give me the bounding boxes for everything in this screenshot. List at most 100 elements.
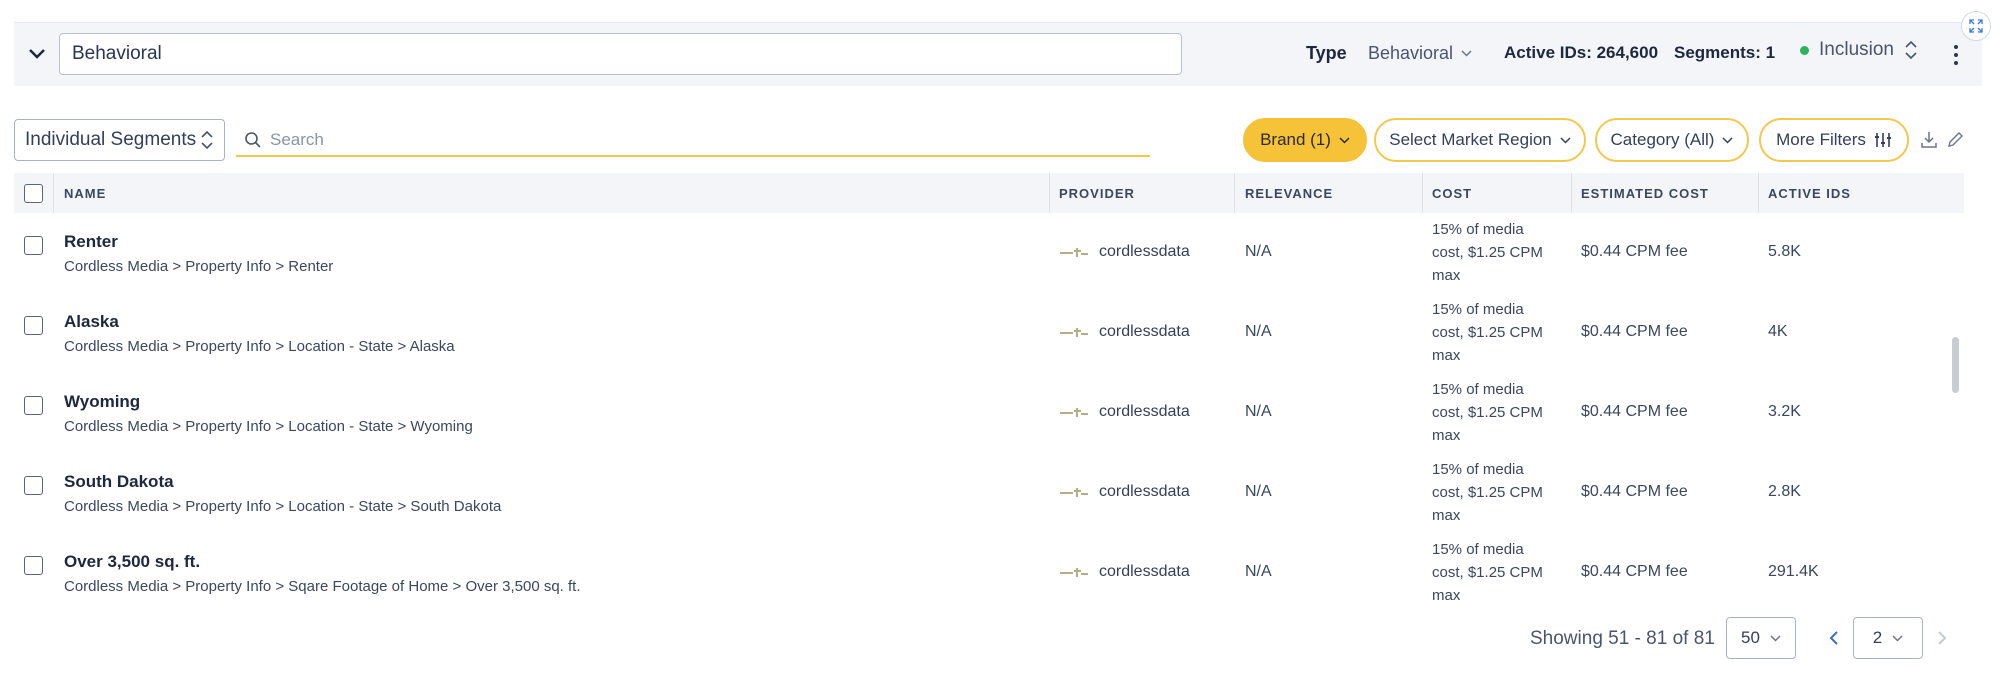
segment-name: South Dakota bbox=[64, 472, 174, 491]
cost-line: 15% of media bbox=[1432, 381, 1524, 398]
chevron-down-icon bbox=[1722, 136, 1733, 144]
market-region-label: Select Market Region bbox=[1389, 130, 1552, 149]
cost-line: 15% of media bbox=[1432, 541, 1524, 558]
active-ids-value: 2.8K bbox=[1768, 483, 1801, 500]
status-dot-icon bbox=[1800, 45, 1809, 55]
up-down-chevron-icon bbox=[1905, 40, 1917, 60]
previous-page-button[interactable] bbox=[1822, 626, 1846, 650]
table-row[interactable]: Wyoming Cordless Media > Property Info >… bbox=[14, 372, 1964, 452]
row-checkbox[interactable] bbox=[24, 556, 43, 575]
relevance-value: N/A bbox=[1245, 403, 1272, 420]
segment-builder-page: Type Behavioral Active IDs: 264,600 Segm… bbox=[0, 0, 2000, 687]
relevance-value: N/A bbox=[1245, 483, 1272, 500]
relevance-value: N/A bbox=[1245, 243, 1272, 260]
cordlessdata-logo-icon bbox=[1060, 488, 1088, 497]
brand-filter-button[interactable]: Brand (1) bbox=[1243, 118, 1367, 162]
inclusion-select[interactable]: Inclusion bbox=[1800, 39, 1918, 61]
row-checkbox[interactable] bbox=[24, 236, 43, 255]
segment-path: Cordless Media > Property Info > Sqare F… bbox=[64, 578, 581, 595]
provider-name: cordlessdata bbox=[1099, 403, 1190, 420]
active-ids-value: 5.8K bbox=[1768, 243, 1801, 260]
column-header-cost[interactable]: COST bbox=[1432, 173, 1472, 213]
segment-name: Renter bbox=[64, 232, 118, 251]
segment-path: Cordless Media > Property Info > Renter bbox=[64, 258, 334, 275]
column-header-name[interactable]: NAME bbox=[64, 173, 106, 213]
cost-line: cost, $1.25 CPM bbox=[1432, 244, 1543, 261]
segment-path: Cordless Media > Property Info > Locatio… bbox=[64, 418, 473, 435]
table-row[interactable]: Over 3,500 sq. ft. Cordless Media > Prop… bbox=[14, 532, 1964, 612]
category-filter-button[interactable]: Category (All) bbox=[1595, 118, 1749, 162]
row-checkbox[interactable] bbox=[24, 396, 43, 415]
estimated-cost-value: $0.44 CPM fee bbox=[1581, 403, 1688, 420]
edit-pencil-icon[interactable] bbox=[1943, 128, 1967, 152]
segment-name: Alaska bbox=[64, 312, 119, 331]
column-header-estimated-cost[interactable]: ESTIMATED COST bbox=[1581, 173, 1709, 213]
estimated-cost-value: $0.44 CPM fee bbox=[1581, 483, 1688, 500]
page-number-select[interactable]: 2 bbox=[1853, 617, 1923, 659]
cost-line: max bbox=[1432, 267, 1461, 284]
more-filters-label: More Filters bbox=[1776, 130, 1866, 149]
sliders-icon bbox=[1874, 133, 1891, 147]
row-checkbox[interactable] bbox=[24, 476, 43, 495]
more-filters-button[interactable]: More Filters bbox=[1759, 118, 1909, 162]
segment-name-input[interactable] bbox=[59, 33, 1182, 75]
cost-value: 15% of media cost, $1.25 CPM max bbox=[1432, 458, 1552, 527]
chevron-down-icon bbox=[1461, 50, 1472, 57]
provider-cell: cordlessdata bbox=[1059, 563, 1190, 581]
up-down-chevron-icon bbox=[201, 130, 213, 150]
table-header: NAME PROVIDER RELEVANCE COST ESTIMATED C… bbox=[14, 173, 1964, 213]
more-options-icon[interactable] bbox=[1946, 41, 1966, 69]
next-page-button[interactable] bbox=[1930, 626, 1954, 650]
cost-value: 15% of media cost, $1.25 CPM max bbox=[1432, 378, 1552, 447]
segment-name: Wyoming bbox=[64, 392, 141, 411]
segments-count: Segments: 1 bbox=[1674, 43, 1776, 62]
estimated-cost-value: $0.44 CPM fee bbox=[1581, 563, 1688, 580]
search-box bbox=[236, 124, 1150, 157]
type-label: Type bbox=[1306, 43, 1347, 63]
active-ids-value: 4K bbox=[1768, 323, 1788, 340]
table-row[interactable]: Renter Cordless Media > Property Info > … bbox=[14, 212, 1964, 292]
table-row[interactable]: Alaska Cordless Media > Property Info > … bbox=[14, 292, 1964, 372]
provider-name: cordlessdata bbox=[1099, 323, 1190, 340]
column-header-provider[interactable]: PROVIDER bbox=[1059, 173, 1135, 213]
relevance-value: N/A bbox=[1245, 323, 1272, 340]
search-input[interactable] bbox=[270, 129, 1130, 150]
type-value: Behavioral bbox=[1368, 43, 1454, 63]
type-dropdown[interactable]: Behavioral bbox=[1368, 43, 1472, 64]
column-divider bbox=[1758, 173, 1759, 213]
cost-value: 15% of media cost, $1.25 CPM max bbox=[1432, 298, 1552, 367]
column-header-relevance[interactable]: RELEVANCE bbox=[1245, 173, 1333, 213]
page-size-value: 50 bbox=[1741, 628, 1760, 647]
estimated-cost-value: $0.44 CPM fee bbox=[1581, 323, 1688, 340]
cost-line: 15% of media bbox=[1432, 461, 1524, 478]
segment-path: Cordless Media > Property Info > Locatio… bbox=[64, 338, 455, 355]
market-region-filter-button[interactable]: Select Market Region bbox=[1374, 118, 1586, 162]
select-all-cell bbox=[24, 173, 43, 213]
download-icon[interactable] bbox=[1917, 128, 1941, 152]
active-ids-count: Active IDs: 264,600 bbox=[1504, 43, 1659, 62]
column-header-active-ids[interactable]: ACTIVE IDS bbox=[1768, 173, 1851, 213]
cost-line: 15% of media bbox=[1432, 221, 1524, 238]
provider-name: cordlessdata bbox=[1099, 243, 1190, 260]
cost-line: max bbox=[1432, 347, 1461, 364]
cost-line: cost, $1.25 CPM bbox=[1432, 564, 1543, 581]
cost-line: cost, $1.25 CPM bbox=[1432, 484, 1543, 501]
active-ids-value: 3.2K bbox=[1768, 403, 1801, 420]
segment-mode-value: Individual Segments bbox=[25, 129, 197, 150]
collapse-toggle-button[interactable] bbox=[22, 39, 52, 69]
brand-filter-label: Brand (1) bbox=[1260, 130, 1331, 149]
column-divider bbox=[1571, 173, 1572, 213]
table-scrollbar[interactable] bbox=[1952, 337, 1959, 393]
provider-cell: cordlessdata bbox=[1059, 243, 1190, 261]
segment-mode-select[interactable]: Individual Segments bbox=[14, 119, 225, 161]
cordlessdata-logo-icon bbox=[1060, 408, 1088, 417]
row-checkbox[interactable] bbox=[24, 316, 43, 335]
select-all-checkbox[interactable] bbox=[24, 183, 43, 203]
pagination-summary: Showing 51 - 81 of 81 bbox=[1530, 628, 1715, 649]
page-size-select[interactable]: 50 bbox=[1726, 617, 1796, 659]
cost-line: max bbox=[1432, 427, 1461, 444]
provider-cell: cordlessdata bbox=[1059, 483, 1190, 501]
table-row[interactable]: South Dakota Cordless Media > Property I… bbox=[14, 452, 1964, 532]
expand-icon[interactable] bbox=[1961, 11, 1991, 41]
chevron-down-icon bbox=[1339, 136, 1350, 144]
